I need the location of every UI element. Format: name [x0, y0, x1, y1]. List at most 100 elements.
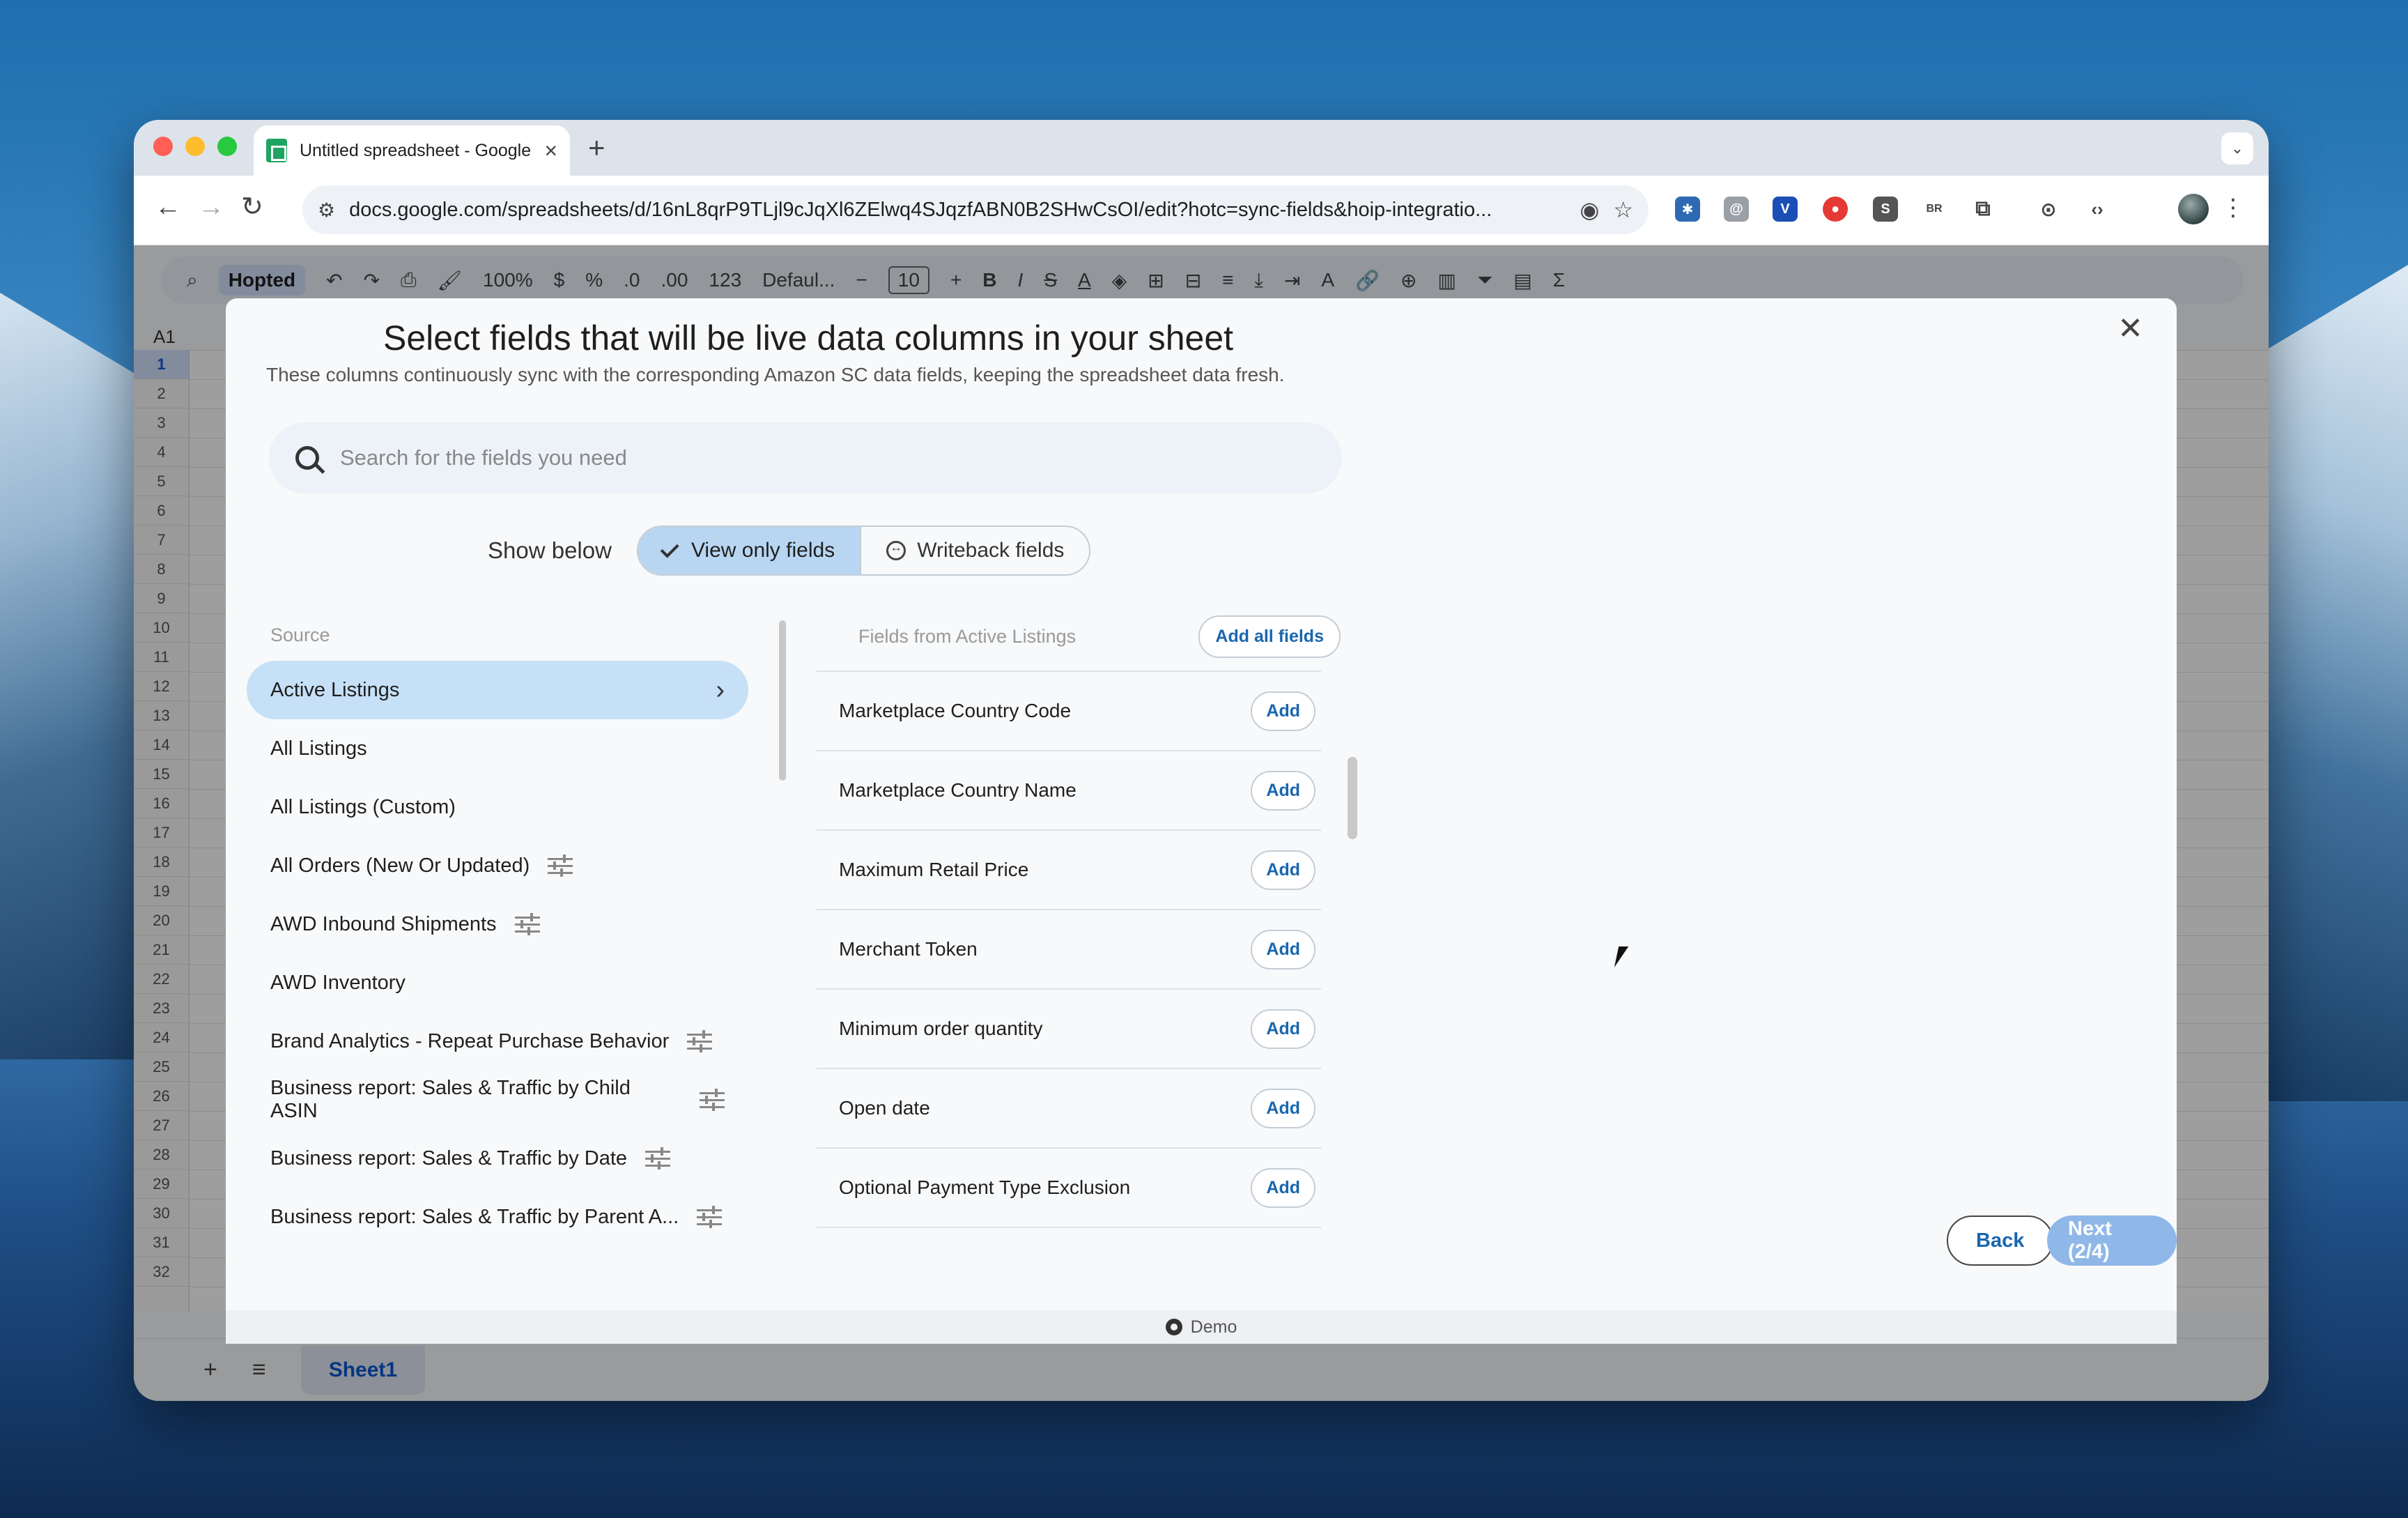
add-field-button[interactable]: Add	[1251, 691, 1315, 731]
source-label: Source	[270, 624, 330, 645]
extension-blue-icon[interactable]: ✱	[1675, 197, 1700, 222]
extension-br-icon[interactable]: BR	[1922, 197, 1947, 222]
filter-settings-icon[interactable]	[697, 1206, 723, 1228]
source-item[interactable]: All Orders (New Or Updated)	[247, 836, 748, 895]
new-tab-icon[interactable]: +	[588, 131, 605, 164]
extension-v-icon[interactable]: V	[1773, 197, 1798, 222]
filter-settings-icon[interactable]	[645, 1147, 671, 1170]
background-mountain-right	[2269, 265, 2408, 1101]
source-item[interactable]: Brand Analytics - Repeat Purchase Behavi…	[247, 1012, 748, 1071]
show-below-toggle: Show below View only fields Writeback fi…	[488, 526, 1091, 576]
fields-header: Fields from Active Listings Add all fiel…	[839, 613, 1341, 659]
extension-red-icon[interactable]: ●	[1823, 197, 1848, 222]
tab-close-icon[interactable]: ×	[544, 139, 557, 162]
source-item[interactable]: Business report: Sales & Traffic by Chil…	[247, 1071, 748, 1129]
field-row: Merchant Token Add	[817, 910, 1321, 990]
back-arrow-icon[interactable]: ←	[155, 194, 181, 220]
address-bar[interactable]: ⚙ docs.google.com/spreadsheets/d/16nL8qr…	[302, 185, 1649, 234]
filter-settings-icon[interactable]	[700, 1089, 725, 1111]
field-name: Marketplace Country Code	[839, 700, 1072, 721]
source-item[interactable]: All Listings	[247, 719, 748, 778]
writeback-icon	[886, 540, 906, 560]
writeback-fields-button[interactable]: Writeback fields	[861, 527, 1089, 574]
add-field-button[interactable]: Add	[1251, 770, 1315, 811]
lens-icon[interactable]: ◉	[1580, 197, 1599, 223]
forward-arrow-icon[interactable]: →	[198, 194, 224, 220]
fields-scrollbar[interactable]	[1348, 757, 1357, 839]
source-item-label: Brand Analytics - Repeat Purchase Behavi…	[270, 1029, 670, 1052]
source-item-label: All Listings (Custom)	[270, 795, 456, 818]
field-search[interactable]	[269, 422, 1342, 493]
next-button[interactable]: Next (2/4)	[2047, 1216, 2177, 1266]
field-name: Optional Payment Type Exclusion	[839, 1176, 1131, 1198]
field-row: Marketplace Country Code Add	[817, 672, 1321, 751]
tab-search-chevron-icon[interactable]: ⌄	[2221, 132, 2253, 164]
field-name: Maximum Retail Price	[839, 859, 1029, 880]
view-only-fields-button[interactable]: View only fields	[638, 527, 862, 574]
back-button[interactable]: Back	[1947, 1216, 2054, 1266]
add-field-button[interactable]: Add	[1251, 850, 1315, 890]
search-input[interactable]	[340, 445, 1315, 470]
view-only-label: View only fields	[690, 539, 835, 562]
source-item-label: Business report: Sales & Traffic by Pare…	[270, 1205, 679, 1228]
field-name: Merchant Token	[839, 938, 978, 960]
code-icon[interactable]: ‹›	[2085, 197, 2110, 222]
check-icon	[660, 539, 679, 558]
source-item[interactable]: Business report: Sales & Traffic by Date	[247, 1129, 748, 1188]
show-below-label: Show below	[488, 537, 612, 563]
filter-settings-icon[interactable]	[514, 913, 540, 935]
source-item[interactable]: All Listings (Custom)	[247, 778, 748, 836]
minimize-window-button[interactable]	[185, 137, 205, 156]
add-field-button[interactable]: Add	[1251, 1088, 1315, 1128]
add-all-fields-button[interactable]: Add all fields	[1198, 615, 1341, 658]
source-item-label: AWD Inventory	[270, 971, 406, 994]
footer-label: Demo	[1190, 1317, 1237, 1337]
filter-settings-icon[interactable]	[687, 1030, 713, 1052]
source-item[interactable]: AWD Inbound Shipments	[247, 895, 748, 953]
search-icon	[295, 446, 319, 470]
browser-tab[interactable]: Untitled spreadsheet - Google Sheets ×	[254, 125, 570, 176]
add-field-button[interactable]: Add	[1251, 1167, 1315, 1208]
dialog-subtitle: These columns continuously sync with the…	[266, 364, 1285, 385]
site-info-icon[interactable]: ⚙	[318, 199, 335, 222]
extension-grey-icon[interactable]: @	[1724, 197, 1749, 222]
source-item[interactable]: Business report: Sales & Traffic by Pare…	[247, 1188, 748, 1246]
source-scrollbar[interactable]	[779, 620, 786, 781]
chevron-right-icon: ›	[716, 675, 725, 705]
field-row: Marketplace Country Name Add	[817, 751, 1321, 831]
screenshot-icon[interactable]: ⊙	[2036, 197, 2061, 222]
browser-menu-icon[interactable]: ⋮	[2221, 194, 2245, 222]
profile-avatar[interactable]	[2178, 194, 2209, 224]
source-item-label: Business report: Sales & Traffic by Chil…	[270, 1077, 631, 1122]
close-icon[interactable]: ✕	[2117, 314, 2143, 344]
source-item-label: Business report: Sales & Traffic by Date	[270, 1147, 628, 1170]
bookmark-star-icon[interactable]: ☆	[1613, 197, 1633, 223]
source-item-label: AWD Inbound Shipments	[270, 912, 497, 935]
field-row: Maximum Retail Price Add	[817, 831, 1321, 910]
field-name: Marketplace Country Name	[839, 779, 1076, 801]
fields-header-label: Fields from Active Listings	[858, 625, 1076, 647]
close-window-button[interactable]	[153, 137, 173, 156]
maximize-window-button[interactable]	[217, 137, 237, 156]
fields-list: Marketplace Country Code Add Marketplace C…	[817, 670, 1321, 1228]
source-item[interactable]: AWD Inventory	[247, 953, 748, 1012]
browser-toolbar: ← → ↻ ⚙ docs.google.com/spreadsheets/d/1…	[134, 176, 2269, 245]
dialog-title: Select fields that will be live data col…	[383, 319, 1234, 358]
field-row: Open date Add	[817, 1069, 1321, 1149]
tab-strip: Untitled spreadsheet - Google Sheets × +…	[134, 120, 2269, 176]
reload-icon[interactable]: ↻	[241, 194, 263, 220]
field-type-segmented-control: View only fields Writeback fields	[636, 526, 1091, 576]
url-text: docs.google.com/spreadsheets/d/16nL8qrP9…	[349, 198, 1492, 221]
add-field-button[interactable]: Add	[1251, 1009, 1315, 1049]
extension-s-icon[interactable]: S	[1873, 197, 1898, 222]
filter-settings-icon[interactable]	[548, 854, 573, 877]
add-field-button[interactable]: Add	[1251, 929, 1315, 969]
select-fields-dialog: Select fields that will be live data col…	[226, 298, 2177, 1344]
source-item[interactable]: Active Listings ›	[247, 661, 748, 719]
writeback-label: Writeback fields	[917, 539, 1065, 562]
field-row: Optional Payment Type Exclusion Add	[817, 1149, 1321, 1228]
field-name: Minimum order quantity	[839, 1018, 1043, 1039]
extensions-puzzle-icon[interactable]: ⧉	[1970, 197, 1996, 222]
tab-title: Untitled spreadsheet - Google Sheets	[300, 140, 532, 160]
demo-icon	[1165, 1319, 1182, 1335]
